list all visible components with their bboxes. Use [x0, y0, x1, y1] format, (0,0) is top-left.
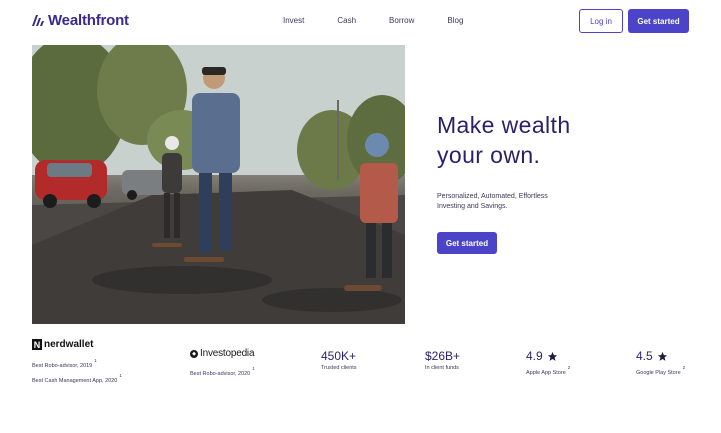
footnote-1: 1	[252, 366, 255, 371]
investopedia-award: ◆ Investopedia Best Robo-advisor, 20201	[190, 348, 255, 379]
investopedia-award-line1-text: Best Robo-advisor, 2020	[190, 371, 251, 377]
hero-photo	[32, 45, 405, 324]
nerdwallet-award-line1: Best Robo-advisor, 20191	[32, 356, 122, 371]
stat-play-store-value: 4.5	[636, 349, 653, 363]
nav-item-cash[interactable]: Cash	[337, 16, 356, 25]
nerdwallet-logo-text: nerdwallet	[44, 339, 94, 350]
brand-name: Wealthfront	[48, 12, 129, 29]
stat-play-store: 4.5 Google Play Store2	[636, 348, 685, 376]
nav-item-borrow[interactable]: Borrow	[389, 16, 414, 25]
star-icon	[547, 351, 557, 361]
wealthfront-logo[interactable]: Wealthfront	[32, 12, 129, 29]
stat-clients: 450K+ Trusted clients	[321, 348, 357, 371]
investopedia-award-line1: Best Robo-advisor, 20201	[190, 364, 255, 379]
stat-clients-value: 450K+	[321, 349, 357, 363]
stat-play-store-label-row: Google Play Store2	[636, 365, 685, 376]
get-started-hero-button[interactable]: Get started	[437, 232, 497, 254]
footnote-2: 2	[682, 365, 686, 370]
get-started-header-button[interactable]: Get started	[628, 9, 689, 33]
stat-app-store-label: Apple App Store	[526, 370, 566, 376]
hero-subtext-line2: Investing and Savings.	[437, 203, 508, 210]
hero-illustration	[32, 45, 405, 324]
hero-headline: Make wealth your own.	[437, 110, 571, 170]
investopedia-logo-text: Investopedia	[200, 348, 255, 359]
hero-headline-line1: Make wealth	[437, 112, 571, 138]
star-icon	[657, 351, 667, 361]
stat-app-store-value: 4.9	[526, 349, 543, 363]
main-nav: Invest Cash Borrow Blog	[283, 16, 496, 25]
investopedia-mark-icon: ◆	[190, 349, 198, 358]
nerdwallet-award-line2-text: Best Cash Management App, 2020	[32, 378, 118, 384]
hero-subtext-line1: Personalized, Automated, Effortless	[437, 193, 548, 200]
stat-clients-label: Trusted clients	[321, 365, 357, 371]
nav-item-invest[interactable]: Invest	[283, 16, 304, 25]
stat-app-store: 4.9 Apple App Store2	[526, 348, 570, 376]
wealthfront-mark-icon	[32, 15, 44, 26]
hero-headline-line2: your own.	[437, 142, 541, 168]
login-button[interactable]: Log in	[579, 9, 623, 33]
stat-app-store-label-row: Apple App Store2	[526, 365, 570, 376]
nerdwallet-n-icon: N	[32, 339, 42, 350]
nerdwallet-award-line1-text: Best Robo-advisor, 2019	[32, 363, 93, 369]
nerdwallet-award-line2: Best Cash Management App, 20201	[32, 371, 122, 386]
nav-item-blog[interactable]: Blog	[447, 16, 463, 25]
nerdwallet-award: N nerdwallet Best Robo-advisor, 20191 Be…	[32, 339, 122, 386]
footnote-2: 2	[567, 365, 571, 370]
investopedia-logo: ◆ Investopedia	[190, 348, 255, 359]
stat-funds: $26B+ In client funds	[425, 348, 460, 371]
footnote-1: 1	[94, 358, 97, 363]
nerdwallet-logo: N nerdwallet	[32, 339, 122, 350]
page: Wealthfront Invest Cash Borrow Blog Log …	[0, 0, 721, 433]
footnote-1: 1	[119, 373, 122, 378]
stat-play-store-label: Google Play Store	[636, 370, 681, 376]
stat-funds-value: $26B+	[425, 349, 461, 363]
stat-funds-label: In client funds	[425, 365, 459, 371]
hero-subtext: Personalized, Automated, Effortless Inve…	[437, 192, 577, 212]
